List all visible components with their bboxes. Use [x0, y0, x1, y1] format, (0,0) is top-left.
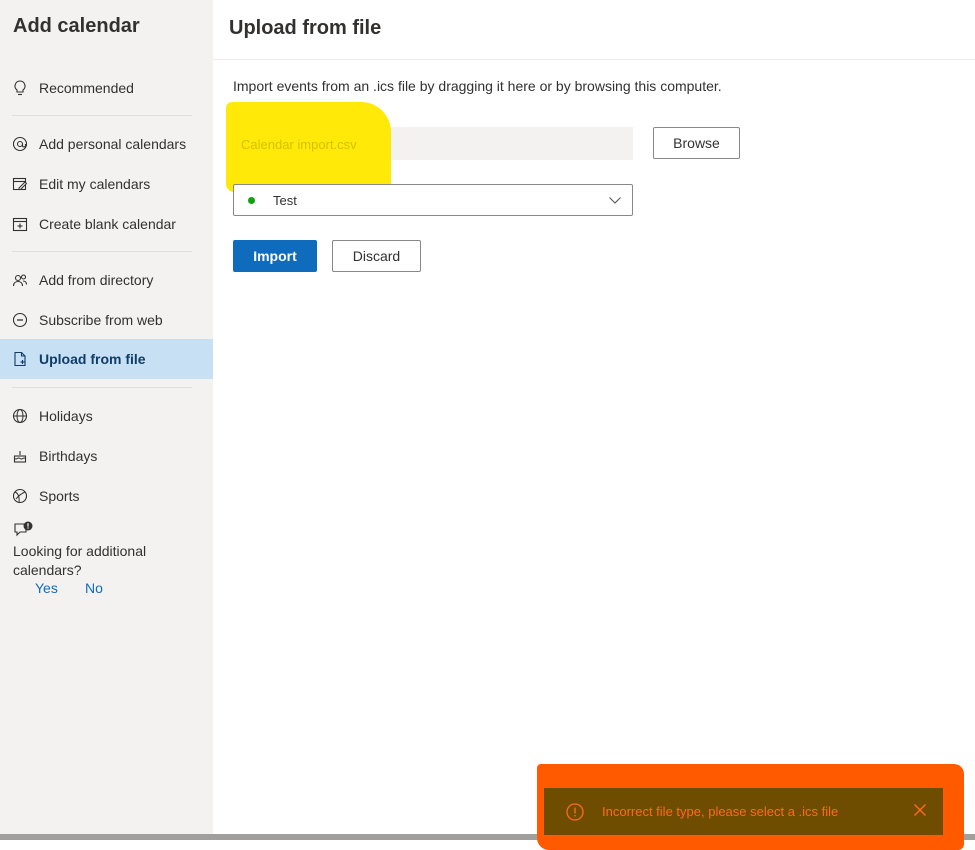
calendar-add-icon [12, 216, 28, 232]
sidebar-item-label: Subscribe from web [39, 312, 163, 328]
feedback-no-link[interactable]: No [85, 580, 103, 596]
sidebar-item-holidays[interactable]: Holidays [0, 396, 213, 436]
sidebar-item-label: Add personal calendars [39, 136, 187, 152]
ball-icon [12, 488, 28, 504]
nav-divider [12, 251, 192, 252]
sidebar-item-create-blank-calendar[interactable]: Create blank calendar [0, 204, 213, 244]
sidebar-item-upload-from-file[interactable]: Upload from file [0, 339, 213, 379]
sidebar-item-label: Upload from file [39, 351, 146, 367]
calendar-select-value: Test [273, 192, 297, 208]
error-icon [566, 802, 584, 821]
sidebar-item-label: Edit my calendars [39, 176, 151, 192]
sidebar-item-add-personal-calendars[interactable]: Add personal calendars [0, 124, 213, 164]
link-icon [12, 312, 28, 328]
chevron-down-icon [608, 194, 622, 209]
sidebar-title: Add calendar [13, 15, 140, 37]
cake-icon [12, 448, 28, 464]
error-message: Incorrect file type, please select a .ic… [602, 804, 839, 819]
feedback-yes-link[interactable]: Yes [35, 580, 58, 596]
sidebar-item-add-from-directory[interactable]: Add from directory [0, 260, 213, 300]
sidebar-item-label: Birthdays [39, 448, 98, 464]
nav-divider [12, 387, 192, 388]
globe-icon [12, 408, 28, 424]
lightbulb-icon [12, 80, 28, 96]
nav-divider [12, 115, 192, 116]
file-name-value: Calendar import.csv [241, 137, 357, 152]
sidebar-item-birthdays[interactable]: Birthdays [0, 436, 213, 476]
at-sign-icon [12, 136, 28, 152]
sidebar-item-label: Recommended [39, 80, 134, 96]
sidebar-item-subscribe-from-web[interactable]: Subscribe from web [0, 300, 213, 340]
header-divider [213, 59, 975, 60]
people-icon [12, 272, 28, 288]
sidebar-item-label: Add from directory [39, 272, 154, 288]
upload-description: Import events from an .ics file by dragg… [233, 78, 722, 94]
edit-calendar-icon [12, 176, 28, 192]
sidebar-item-label: Create blank calendar [39, 216, 176, 232]
error-toast: Incorrect file type, please select a .ic… [544, 788, 943, 835]
sidebar-item-edit-my-calendars[interactable]: Edit my calendars [0, 164, 213, 204]
feedback-icon [13, 521, 35, 544]
discard-button[interactable]: Discard [332, 240, 421, 272]
sidebar: Add calendar Recommended Add personal ca… [0, 0, 213, 835]
sidebar-item-label: Sports [39, 488, 80, 504]
calendar-color-dot [248, 196, 255, 204]
sidebar-item-sports[interactable]: Sports [0, 476, 213, 516]
close-icon[interactable] [913, 803, 927, 820]
sidebar-item-recommended[interactable]: Recommended [0, 68, 213, 108]
calendar-select[interactable]: Test [233, 184, 633, 216]
sidebar-item-label: Holidays [39, 408, 93, 424]
feedback-question: Looking for additional calendars? [13, 543, 147, 578]
page-title: Upload from file [229, 17, 382, 39]
browse-button[interactable]: Browse [653, 127, 740, 159]
document-upload-icon [12, 351, 28, 367]
import-button[interactable]: Import [233, 240, 317, 272]
